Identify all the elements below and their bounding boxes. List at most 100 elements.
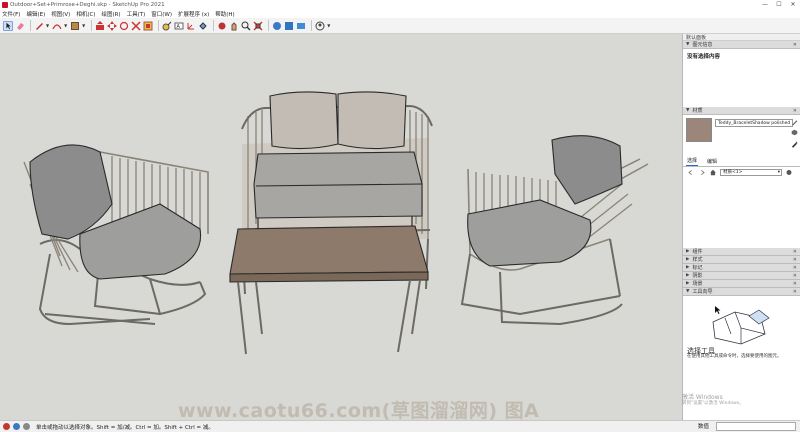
materials-header[interactable]: ▼ 材质 ✕ xyxy=(683,107,800,115)
svg-text:A: A xyxy=(177,24,181,30)
menu-bar: 文件(F) 编辑(E) 视图(V) 相机(C) 绘图(R) 工具(T) 窗口(W… xyxy=(0,9,800,18)
rotate-icon[interactable] xyxy=(119,21,129,31)
entity-info-body: 没有选择内容 xyxy=(683,49,800,107)
instructor-description: 在使用其他工具或命令时，选择要使用的图元。 xyxy=(687,354,782,359)
menu-help[interactable]: 帮助(H) xyxy=(215,10,234,18)
materials-body: Teddy_BraceletShadow polished xyxy=(683,115,800,159)
menu-extensions[interactable]: 扩展程序 (x) xyxy=(178,10,209,18)
forward-icon[interactable] xyxy=(698,169,706,176)
status-hint: 单击或拖动以选择对象。Shift = 加/减。Ctrl = 加。Shift + … xyxy=(36,424,214,431)
menu-draw[interactable]: 绘图(R) xyxy=(101,10,120,18)
info-icon[interactable] xyxy=(23,423,30,430)
menu-edit[interactable]: 编辑(E) xyxy=(26,10,45,18)
entity-info-header[interactable]: ▼ 图元信息 ✕ xyxy=(683,41,800,49)
chevron-right-icon: ▶ xyxy=(686,265,690,270)
details-icon[interactable] xyxy=(785,169,793,176)
maximize-button[interactable]: ☐ xyxy=(772,1,786,8)
chevron-down-icon[interactable]: ▼ xyxy=(46,23,49,28)
push-pull-icon[interactable] xyxy=(95,20,105,31)
instructor-body: 选择工具 在使用其他工具或命令时，选择要使用的图元。 xyxy=(683,296,800,366)
extension-warehouse-icon[interactable] xyxy=(284,21,294,31)
chevron-down-icon: ▼ xyxy=(686,42,690,47)
tray-title: 默认面板 xyxy=(683,34,800,41)
arc-icon[interactable] xyxy=(52,21,62,31)
scenes-header[interactable]: ▶ 场景 ✕ xyxy=(683,280,800,288)
coffee-table xyxy=(229,225,429,355)
home-icon[interactable] xyxy=(709,169,717,176)
model-viewport[interactable] xyxy=(0,34,682,420)
axes-icon[interactable] xyxy=(186,21,196,31)
close-icon[interactable]: ✕ xyxy=(793,257,797,263)
layout-icon[interactable] xyxy=(296,21,306,31)
select-icon[interactable] xyxy=(3,20,13,31)
instructor-header[interactable]: ▼ 工具向导 ✕ xyxy=(683,288,800,296)
select-tool-illustration xyxy=(712,306,770,345)
chevron-down-icon[interactable]: ▼ xyxy=(64,23,67,28)
minimize-button[interactable]: — xyxy=(758,1,772,8)
chevron-down-icon: ▼ xyxy=(686,289,690,294)
status-bar: 单击或拖动以选择对象。Shift = 加/减。Ctrl = 加。Shift + … xyxy=(0,420,800,432)
measurements-input[interactable] xyxy=(716,422,796,431)
scale-icon[interactable] xyxy=(131,20,141,31)
right-armchair xyxy=(460,135,649,326)
zoom-extents-icon[interactable] xyxy=(253,21,263,31)
material-collection-row: 材质<1> xyxy=(683,167,800,178)
tab-edit[interactable]: 编辑 xyxy=(706,158,718,166)
default-tray: 默认面板 ▼ 图元信息 ✕ 没有选择内容 ▼ 材质 ✕ Teddy_Bracel… xyxy=(682,34,800,420)
menu-tools[interactable]: 工具(T) xyxy=(127,10,146,18)
material-thumbnails[interactable] xyxy=(683,178,800,248)
menu-view[interactable]: 视图(V) xyxy=(51,10,70,18)
pencil-icon[interactable] xyxy=(791,119,798,126)
material-collection-select[interactable]: 材质<1> xyxy=(720,169,782,176)
close-icon[interactable]: ✕ xyxy=(793,42,797,48)
back-icon[interactable] xyxy=(687,169,695,176)
shadows-header[interactable]: ▶ 阴影 ✕ xyxy=(683,272,800,280)
tape-measure-icon[interactable] xyxy=(162,21,172,31)
cube-icon[interactable] xyxy=(791,129,798,136)
sketchup-logo-icon xyxy=(2,1,8,8)
tags-header[interactable]: ▶ 标记 ✕ xyxy=(683,264,800,272)
components-header[interactable]: ▶ 组件 ✕ xyxy=(683,248,800,256)
text-icon[interactable]: A xyxy=(174,21,184,31)
main-toolbar: ▼ ▼ ▼ A ▼ xyxy=(0,18,800,34)
menu-window[interactable]: 窗口(W) xyxy=(151,10,172,18)
eraser-icon[interactable] xyxy=(15,21,25,31)
close-icon[interactable]: ✕ xyxy=(793,249,797,255)
activate-windows-subtext: 转到"设置"以激活 Windows。 xyxy=(682,401,744,406)
orbit-icon[interactable] xyxy=(217,21,227,31)
sketchup-window: Outdoor+Set+Primrose+Deghi.skp - SketchU… xyxy=(0,0,800,432)
chevron-right-icon: ▶ xyxy=(686,281,690,286)
close-icon[interactable]: ✕ xyxy=(793,265,797,271)
rectangle-icon[interactable] xyxy=(70,21,80,31)
chevron-down-icon: ▼ xyxy=(686,108,690,113)
material-swatch[interactable] xyxy=(686,118,712,142)
offset-icon[interactable] xyxy=(143,21,153,31)
title-bar: Outdoor+Set+Primrose+Deghi.skp - SketchU… xyxy=(0,0,800,9)
warehouse-icon[interactable] xyxy=(272,21,282,31)
furniture-model xyxy=(23,91,649,355)
close-button[interactable]: ✕ xyxy=(786,1,800,8)
close-icon[interactable]: ✕ xyxy=(793,281,797,287)
credits-icon[interactable] xyxy=(13,423,20,430)
chevron-down-icon[interactable]: ▼ xyxy=(82,23,85,28)
move-icon[interactable] xyxy=(107,20,118,31)
chevron-down-icon[interactable]: ▼ xyxy=(327,23,330,28)
close-icon[interactable]: ✕ xyxy=(793,273,797,279)
chevron-right-icon: ▶ xyxy=(686,249,690,254)
menu-file[interactable]: 文件(F) xyxy=(2,10,20,18)
account-icon[interactable] xyxy=(315,21,325,31)
geo-location-icon[interactable] xyxy=(3,423,10,430)
pencil-icon[interactable] xyxy=(34,21,44,31)
chevron-right-icon: ▶ xyxy=(686,273,690,278)
zoom-icon[interactable] xyxy=(241,21,251,31)
paint-bucket-icon[interactable] xyxy=(198,21,208,31)
menu-camera[interactable]: 相机(C) xyxy=(76,10,95,18)
measurements-label: 数值 xyxy=(698,424,710,430)
materials-tabs: 选择 编辑 xyxy=(683,158,800,167)
close-icon[interactable]: ✕ xyxy=(793,108,797,114)
close-icon[interactable]: ✕ xyxy=(793,289,797,295)
eyedropper-icon[interactable] xyxy=(791,141,798,148)
material-name-field[interactable]: Teddy_BraceletShadow polished xyxy=(715,119,793,127)
pan-icon[interactable] xyxy=(229,21,239,31)
styles-header[interactable]: ▶ 样式 ✕ xyxy=(683,256,800,264)
